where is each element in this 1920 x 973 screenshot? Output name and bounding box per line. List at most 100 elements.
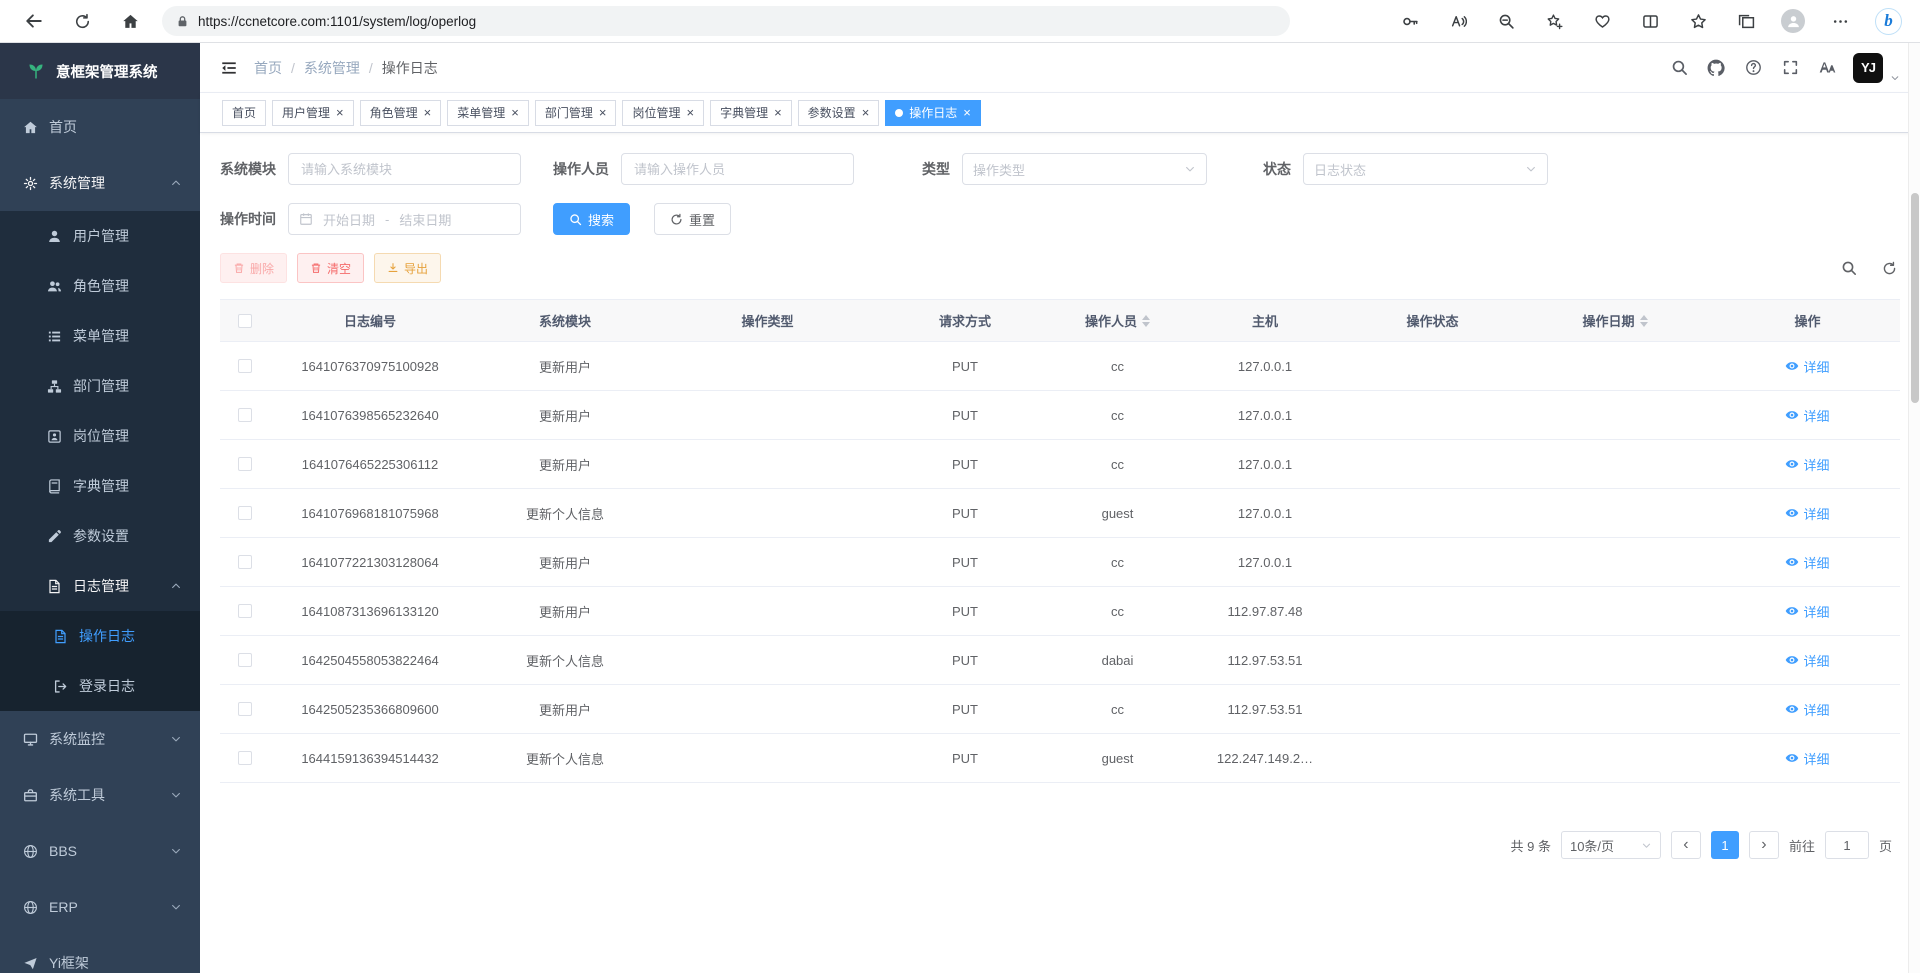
type-select[interactable]: 操作类型 [962,153,1207,185]
status-select[interactable]: 日志状态 [1303,153,1548,185]
sidebar-item-role-management[interactable]: 角色管理 [0,261,200,311]
sidebar-item-log-management[interactable]: 日志管理 [0,561,200,611]
tab-close-icon[interactable]: × [424,106,432,119]
profile-avatar[interactable] [1781,9,1805,33]
page-size-select[interactable]: 10条/页 [1561,831,1661,859]
add-favorite-icon[interactable] [1541,8,1567,34]
goto-page-input[interactable] [1825,831,1869,859]
favorites-icon[interactable] [1685,8,1711,34]
user-menu-caret-icon[interactable] [1890,73,1900,83]
tab-close-icon[interactable]: × [774,106,782,119]
export-button[interactable]: 导出 [374,253,441,283]
detail-link[interactable]: 详细 [1785,406,1829,425]
next-page-button[interactable]: › [1749,831,1779,859]
sidebar-item-param-settings[interactable]: 参数设置 [0,511,200,561]
sidebar-item-menu-management[interactable]: 菜单管理 [0,311,200,361]
tab-close-icon[interactable]: × [336,106,344,119]
password-key-icon[interactable] [1397,8,1423,34]
zoom-icon[interactable] [1493,8,1519,34]
breadcrumb-home[interactable]: 首页 [254,58,282,78]
browser-essentials-icon[interactable] [1589,8,1615,34]
row-checkbox[interactable] [238,653,252,667]
fullscreen-icon[interactable] [1779,57,1801,79]
row-checkbox[interactable] [238,555,252,569]
table-refresh-icon[interactable] [1878,257,1900,279]
row-checkbox[interactable] [238,506,252,520]
reload-icon[interactable] [66,5,98,37]
sidebar-item-system-tools[interactable]: 系统工具 [0,767,200,823]
browser-home-icon[interactable] [114,5,146,37]
date-range-picker[interactable]: 开始日期 - 结束日期 [288,203,521,235]
tab-close-icon[interactable]: × [862,106,870,119]
operator-input[interactable] [621,153,854,185]
collections-icon[interactable] [1733,8,1759,34]
sidebar-item-yi-framework[interactable]: Yi框架 [0,935,200,973]
sidebar-item-bbs[interactable]: BBS [0,823,200,879]
user-logo-badge[interactable]: YJ [1853,53,1883,83]
row-checkbox[interactable] [238,751,252,765]
detail-link[interactable]: 详细 [1785,504,1829,523]
table-search-toggle-icon[interactable] [1838,257,1860,279]
select-all-checkbox[interactable] [238,314,252,328]
detail-link[interactable]: 详细 [1785,749,1829,768]
detail-link[interactable]: 详细 [1785,651,1829,670]
tab-role-management[interactable]: 角色管理× [360,100,442,126]
back-icon[interactable] [18,5,50,37]
sidebar-item-dept-management[interactable]: 部门管理 [0,361,200,411]
delete-button[interactable]: 删除 [220,253,287,283]
github-icon[interactable] [1705,57,1727,79]
detail-link[interactable]: 详细 [1785,357,1829,376]
sidebar-item-user-management[interactable]: 用户管理 [0,211,200,261]
detail-link[interactable]: 详细 [1785,700,1829,719]
row-checkbox[interactable] [238,359,252,373]
clear-button[interactable]: 清空 [297,253,364,283]
tab-home[interactable]: 首页 [222,100,266,126]
sidebar-item-login-log[interactable]: 登录日志 [0,661,200,711]
sort-caret-icon[interactable] [1640,315,1648,327]
tab-dict-management[interactable]: 字典管理× [710,100,792,126]
tab-menu-management[interactable]: 菜单管理× [447,100,529,126]
address-bar[interactable]: https://ccnetcore.com:1101/system/log/op… [162,6,1290,36]
row-checkbox[interactable] [238,604,252,618]
tab-param-settings[interactable]: 参数设置× [798,100,880,126]
detail-link[interactable]: 详细 [1785,455,1829,474]
sidebar-item-post-management[interactable]: 岗位管理 [0,411,200,461]
sidebar-menu: 首页 系统管理 用户管理 角色管理 菜单管理 [0,99,200,973]
sidebar-item-erp[interactable]: ERP [0,879,200,935]
sidebar-item-dict-management[interactable]: 字典管理 [0,461,200,511]
breadcrumb-system[interactable]: 系统管理 [304,58,360,78]
detail-link[interactable]: 详细 [1785,602,1829,621]
sidebar-item-operation-log[interactable]: 操作日志 [0,611,200,661]
sidebar-item-system-management[interactable]: 系统管理 [0,155,200,211]
module-input[interactable] [288,153,521,185]
bing-chat-icon[interactable]: b [1875,8,1902,35]
sort-caret-icon[interactable] [1142,315,1150,327]
row-checkbox[interactable] [238,408,252,422]
sidebar-item-system-monitor[interactable]: 系统监控 [0,711,200,767]
tab-close-icon[interactable]: × [686,106,694,119]
current-page-button[interactable]: 1 [1711,831,1739,859]
row-checkbox[interactable] [238,702,252,716]
tab-user-management[interactable]: 用户管理× [272,100,354,126]
more-options-icon[interactable] [1827,8,1853,34]
page-scrollbar[interactable] [1908,43,1920,973]
row-checkbox[interactable] [238,457,252,471]
sidebar-toggle-icon[interactable] [220,59,238,77]
tab-close-icon[interactable]: × [963,106,971,119]
tab-dept-management[interactable]: 部门管理× [535,100,617,126]
search-button[interactable]: 搜索 [553,203,630,235]
read-aloud-icon[interactable] [1445,8,1471,34]
tab-operation-log[interactable]: 操作日志× [885,100,981,126]
prev-page-button[interactable]: ‹ [1671,831,1701,859]
split-screen-icon[interactable] [1637,8,1663,34]
sidebar-item-home[interactable]: 首页 [0,99,200,155]
tab-close-icon[interactable]: × [511,106,519,119]
tab-post-management[interactable]: 岗位管理× [622,100,704,126]
header-search-icon[interactable] [1668,57,1690,79]
font-size-icon[interactable] [1816,57,1838,79]
scrollbar-thumb[interactable] [1911,193,1919,403]
reset-button[interactable]: 重置 [654,203,731,235]
tab-close-icon[interactable]: × [599,106,607,119]
detail-link[interactable]: 详细 [1785,553,1829,572]
help-icon[interactable] [1742,57,1764,79]
